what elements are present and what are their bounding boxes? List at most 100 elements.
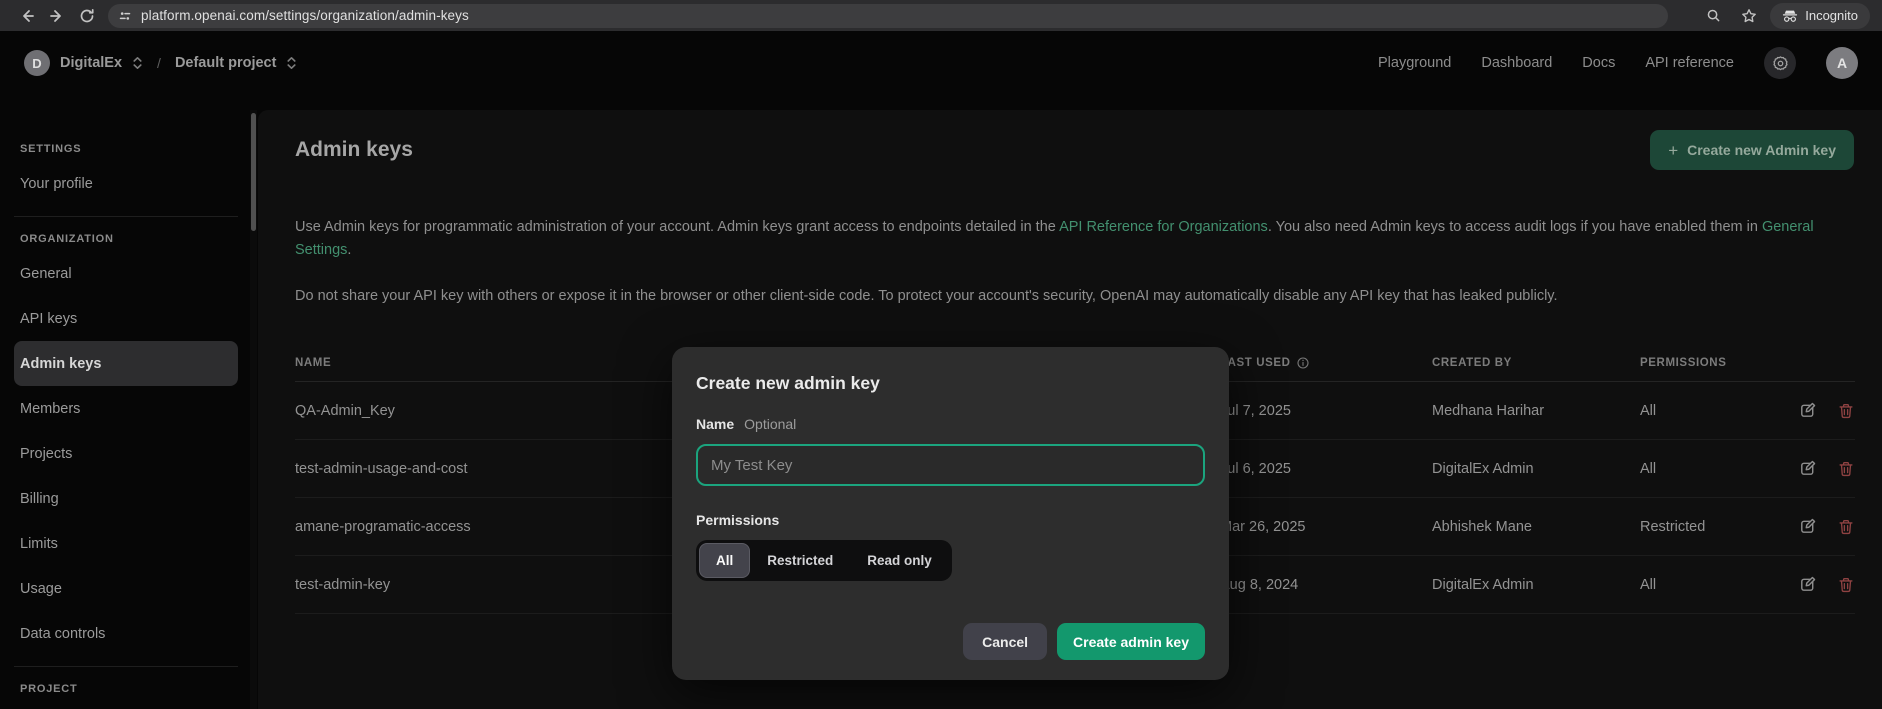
- permission-option-all[interactable]: All: [699, 543, 750, 578]
- site-settings-icon[interactable]: [118, 9, 132, 23]
- col-header-created-by: CREATED BY: [1432, 357, 1640, 369]
- delete-key-button[interactable]: [1837, 460, 1855, 478]
- description-paragraph: Use Admin keys for programmatic administ…: [295, 216, 1852, 262]
- cancel-button[interactable]: Cancel: [963, 623, 1047, 660]
- org-avatar: D: [24, 50, 50, 76]
- nav-dashboard[interactable]: Dashboard: [1481, 55, 1552, 71]
- key-permissions: Restricted: [1640, 519, 1785, 535]
- sidebar-divider: [14, 216, 238, 217]
- page-title: Admin keys: [295, 138, 413, 162]
- permissions-label: Permissions: [696, 512, 779, 528]
- key-permissions: All: [1640, 461, 1785, 477]
- forward-icon[interactable]: [42, 3, 72, 29]
- trash-icon: [1837, 518, 1855, 536]
- create-new-admin-key-label: Create new Admin key: [1687, 142, 1836, 158]
- edit-icon: [1798, 401, 1817, 420]
- browser-toolbar: platform.openai.com/settings/organizatio…: [0, 0, 1882, 31]
- sidebar-item-data-controls[interactable]: Data controls: [14, 611, 238, 656]
- scrollbar-thumb[interactable]: [251, 113, 256, 231]
- content-scrollbar[interactable]: [250, 110, 257, 709]
- name-field-label: Name: [696, 416, 734, 432]
- info-icon[interactable]: [1297, 357, 1309, 369]
- project-switcher-chevron-icon[interactable]: [286, 56, 297, 70]
- edit-key-button[interactable]: [1798, 517, 1817, 536]
- col-header-last-used-label: LAST USED: [1220, 357, 1291, 369]
- sidebar-item-projects[interactable]: Projects: [14, 431, 238, 476]
- sidebar-section-settings: SETTINGS: [14, 137, 238, 161]
- sidebar-item-billing[interactable]: Billing: [14, 476, 238, 521]
- edit-icon: [1798, 575, 1817, 594]
- edit-icon: [1798, 459, 1817, 478]
- description-text: Use Admin keys for programmatic administ…: [295, 219, 1059, 235]
- delete-key-button[interactable]: [1837, 518, 1855, 536]
- key-permissions: All: [1640, 403, 1785, 419]
- key-created-by: DigitalEx Admin: [1432, 461, 1640, 477]
- address-bar[interactable]: platform.openai.com/settings/organizatio…: [108, 4, 1668, 28]
- create-admin-key-submit-button[interactable]: Create admin key: [1057, 623, 1205, 660]
- key-created-by: DigitalEx Admin: [1432, 577, 1640, 593]
- col-header-last-used: LAST USED: [1220, 357, 1432, 369]
- incognito-icon: [1782, 9, 1798, 23]
- zoom-icon[interactable]: [1698, 3, 1728, 29]
- trash-icon: [1837, 460, 1855, 478]
- plus-icon: +: [1668, 142, 1678, 159]
- settings-sidebar: SETTINGS Your profile ORGANIZATION Gener…: [0, 95, 250, 709]
- trash-icon: [1837, 576, 1855, 594]
- key-last-used: Jul 6, 2025: [1220, 461, 1432, 477]
- sidebar-item-your-profile[interactable]: Your profile: [14, 161, 238, 206]
- sidebar-item-api-keys[interactable]: API keys: [14, 296, 238, 341]
- sidebar-item-members[interactable]: Members: [14, 386, 238, 431]
- security-warning-text: Do not share your API key with others or…: [295, 285, 1852, 308]
- description-text: .: [347, 242, 351, 258]
- project-name[interactable]: Default project: [175, 55, 277, 71]
- gear-icon: [1772, 55, 1789, 72]
- user-avatar[interactable]: A: [1826, 47, 1858, 79]
- permission-option-read-only[interactable]: Read only: [850, 543, 949, 578]
- sidebar-item-usage[interactable]: Usage: [14, 566, 238, 611]
- key-permissions: All: [1640, 577, 1785, 593]
- key-created-by: Abhishek Mane: [1432, 519, 1640, 535]
- optional-label: Optional: [744, 416, 796, 432]
- col-header-permissions: PERMISSIONS: [1640, 357, 1785, 369]
- org-switcher-chevron-icon[interactable]: [132, 56, 143, 70]
- key-last-used: Jul 7, 2025: [1220, 403, 1432, 419]
- key-created-by: Medhana Harihar: [1432, 403, 1640, 419]
- settings-gear-button[interactable]: [1764, 47, 1796, 79]
- permission-option-restricted[interactable]: Restricted: [750, 543, 850, 578]
- sidebar-section-project: PROJECT: [14, 677, 238, 701]
- description-text: . You also need Admin keys to access aud…: [1268, 219, 1762, 235]
- create-new-admin-key-button[interactable]: + Create new Admin key: [1650, 130, 1854, 170]
- edit-key-button[interactable]: [1798, 401, 1817, 420]
- edit-key-button[interactable]: [1798, 459, 1817, 478]
- trash-icon: [1837, 402, 1855, 420]
- nav-api-reference[interactable]: API reference: [1645, 55, 1734, 71]
- back-icon[interactable]: [12, 3, 42, 29]
- key-last-used: Mar 26, 2025: [1220, 519, 1432, 535]
- api-reference-link[interactable]: API Reference for Organizations: [1059, 219, 1268, 235]
- breadcrumb-separator: /: [157, 55, 161, 71]
- nav-playground[interactable]: Playground: [1378, 55, 1451, 71]
- admin-key-name-input[interactable]: [696, 444, 1205, 486]
- incognito-badge: Incognito: [1770, 3, 1870, 29]
- sidebar-item-general[interactable]: General: [14, 251, 238, 296]
- sidebar-divider: [14, 666, 238, 667]
- sidebar-item-admin-keys[interactable]: Admin keys: [14, 341, 238, 386]
- reload-icon[interactable]: [72, 3, 102, 29]
- sidebar-item-limits[interactable]: Limits: [14, 521, 238, 566]
- breadcrumb: D DigitalEx / Default project: [24, 50, 297, 76]
- incognito-label: Incognito: [1805, 8, 1858, 23]
- description: Use Admin keys for programmatic administ…: [258, 170, 1882, 308]
- nav-docs[interactable]: Docs: [1582, 55, 1615, 71]
- delete-key-button[interactable]: [1837, 402, 1855, 420]
- edit-key-button[interactable]: [1798, 575, 1817, 594]
- app-header: D DigitalEx / Default project Playground…: [0, 31, 1882, 95]
- edit-icon: [1798, 517, 1817, 536]
- url-text: platform.openai.com/settings/organizatio…: [141, 8, 469, 23]
- modal-title: Create new admin key: [696, 373, 1205, 394]
- delete-key-button[interactable]: [1837, 576, 1855, 594]
- key-last-used: Aug 8, 2024: [1220, 577, 1432, 593]
- sidebar-section-organization: ORGANIZATION: [14, 227, 238, 251]
- bookmark-star-icon[interactable]: [1734, 3, 1764, 29]
- org-name[interactable]: DigitalEx: [60, 55, 122, 71]
- permissions-segmented-control: All Restricted Read only: [696, 540, 952, 581]
